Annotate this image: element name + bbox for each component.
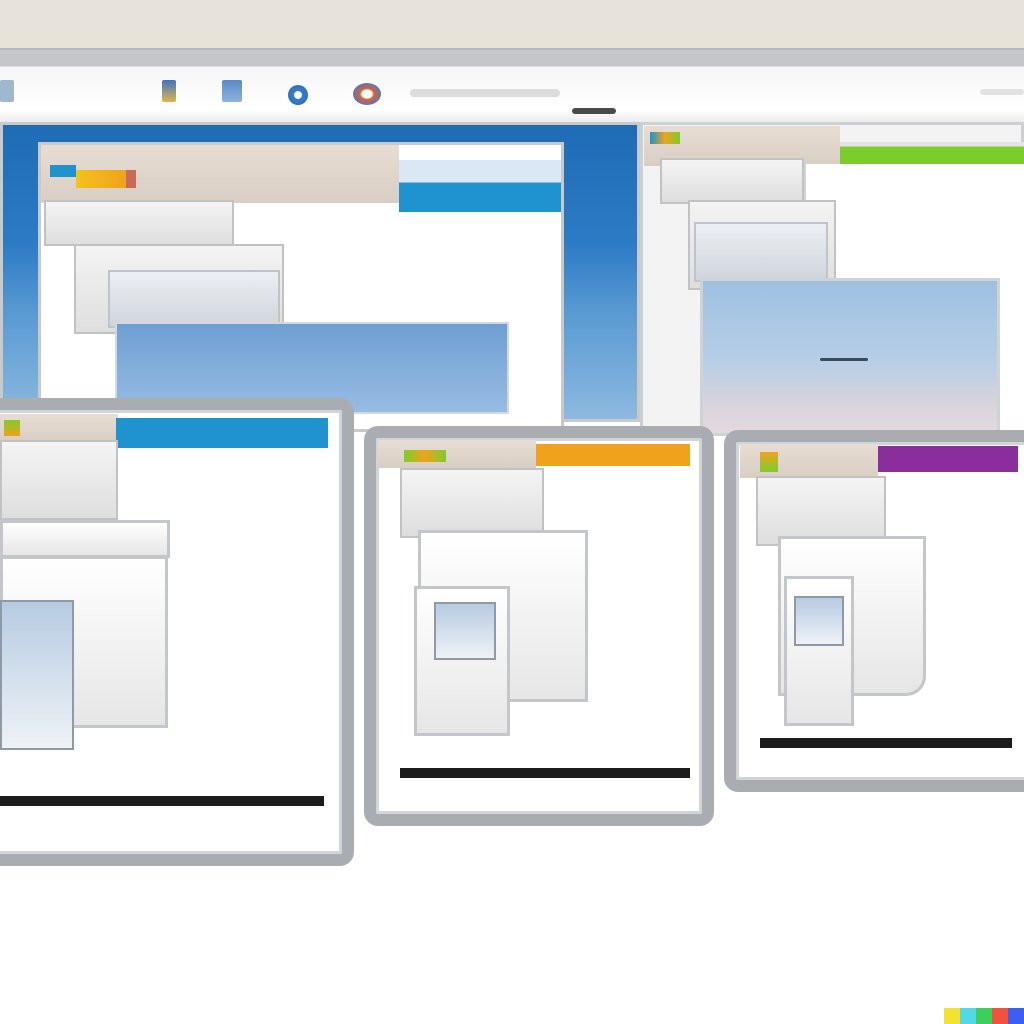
brand-block — [992, 1008, 1008, 1024]
brand-block — [976, 1008, 992, 1024]
address-bar[interactable] — [980, 89, 1024, 95]
browser-icon[interactable] — [353, 83, 381, 105]
mini-screen — [794, 596, 844, 646]
app-icon — [126, 170, 136, 188]
window-titlebar — [378, 440, 536, 468]
sky-streak — [820, 358, 868, 361]
drawer — [0, 520, 170, 558]
brand-block — [944, 1008, 960, 1024]
app-icon — [50, 165, 76, 177]
brand-color-strip — [944, 1008, 1024, 1024]
tab-blue[interactable] — [399, 160, 561, 212]
window-header — [44, 200, 234, 246]
tab-orange[interactable] — [536, 444, 690, 466]
mini-screen — [0, 600, 74, 750]
app-icon — [650, 132, 680, 144]
app-icon[interactable] — [162, 80, 176, 102]
panel — [400, 468, 544, 538]
window-base — [400, 768, 690, 778]
blue-panel — [700, 278, 1000, 436]
window-title-bar — [0, 0, 1024, 50]
window-base — [760, 738, 1012, 748]
panel — [0, 440, 118, 520]
brand-block — [960, 1008, 976, 1024]
globe-icon[interactable] — [288, 85, 308, 105]
mini-screen — [434, 602, 496, 660]
brand-block — [1008, 1008, 1024, 1024]
app-icon[interactable] — [0, 80, 14, 102]
tab-purple[interactable] — [878, 446, 1018, 472]
toolbar — [0, 50, 1024, 124]
app-icon — [4, 420, 20, 436]
window-header — [660, 158, 804, 204]
panel — [108, 270, 280, 328]
address-bar[interactable] — [410, 89, 560, 97]
app-icon — [76, 170, 126, 188]
app-icon — [760, 452, 778, 472]
app-icon — [404, 450, 446, 462]
document-icon[interactable] — [222, 80, 242, 102]
window-base — [0, 796, 324, 806]
panel — [694, 222, 828, 282]
drag-handle[interactable] — [572, 108, 616, 114]
tab-blue[interactable] — [116, 418, 328, 448]
